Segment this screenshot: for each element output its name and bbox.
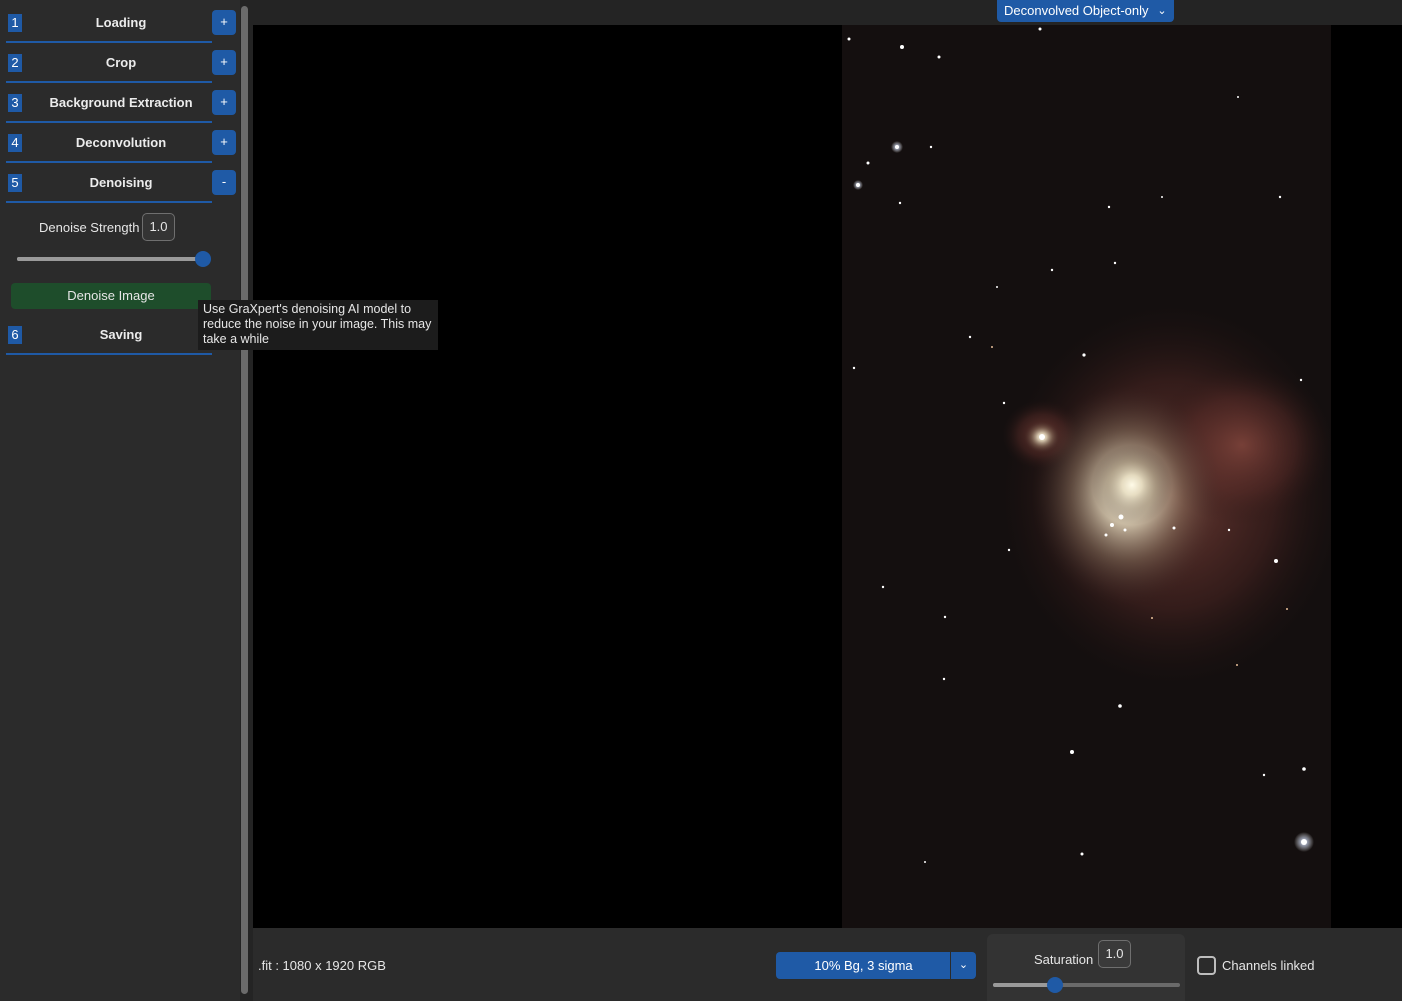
section-title[interactable]: Loading bbox=[26, 14, 216, 32]
bottom-bar: .fit : 1080 x 1920 RGB 10% Bg, 3 sigma ⌄… bbox=[253, 928, 1402, 1001]
collapse-denoising-button[interactable]: - bbox=[212, 170, 236, 195]
slider-fill bbox=[17, 257, 203, 261]
expand-background-extraction-button[interactable]: + bbox=[212, 90, 236, 115]
section-deconvolution[interactable]: 4 Deconvolution + bbox=[6, 121, 236, 163]
saturation-input[interactable]: 1.0 bbox=[1098, 940, 1131, 968]
section-number: 6 bbox=[8, 326, 22, 344]
section-number: 3 bbox=[8, 94, 22, 112]
image-canvas[interactable] bbox=[253, 25, 1402, 928]
channels-linked-label[interactable]: Channels linked bbox=[1222, 958, 1315, 973]
saturation-slider[interactable] bbox=[993, 977, 1180, 993]
slider-fill bbox=[993, 983, 1055, 987]
stretch-option-select[interactable]: 10% Bg, 3 sigma bbox=[776, 952, 951, 979]
section-loading[interactable]: 1 Loading + bbox=[6, 1, 236, 43]
display-mode-select[interactable]: Deconvolved Object-only ⌄ bbox=[997, 0, 1174, 22]
section-divider bbox=[6, 201, 212, 203]
top-bar: Deconvolved Object-only ⌄ bbox=[253, 0, 1402, 25]
file-info-label: .fit : 1080 x 1920 RGB bbox=[258, 958, 386, 973]
section-divider bbox=[6, 353, 212, 355]
graxpert-window: 1 Loading + 2 Crop + 3 Background Extrac… bbox=[0, 0, 1402, 1001]
expand-deconvolution-button[interactable]: + bbox=[212, 130, 236, 155]
section-number: 5 bbox=[8, 174, 22, 192]
chevron-down-icon[interactable]: ⌄ bbox=[950, 952, 976, 979]
slider-handle[interactable] bbox=[195, 251, 211, 267]
section-title[interactable]: Denoising bbox=[26, 174, 216, 192]
nebula-image bbox=[842, 25, 1331, 928]
sidebar-scrollbar[interactable] bbox=[241, 6, 248, 994]
denoise-strength-slider[interactable] bbox=[17, 251, 211, 267]
section-title[interactable]: Saving bbox=[26, 326, 216, 344]
saturation-control: Saturation 1.0 bbox=[987, 934, 1185, 1001]
sidebar: 1 Loading + 2 Crop + 3 Background Extrac… bbox=[0, 0, 240, 1001]
slider-handle[interactable] bbox=[1047, 977, 1063, 993]
section-title[interactable]: Crop bbox=[26, 54, 216, 72]
display-mode-value: Deconvolved Object-only bbox=[1004, 3, 1149, 18]
expand-loading-button[interactable]: + bbox=[212, 10, 236, 35]
denoise-panel: Denoise Strength 1.0 Denoise Image bbox=[0, 205, 240, 313]
denoise-tooltip: Use GraXpert's denoising AI model to red… bbox=[198, 300, 438, 350]
section-number: 1 bbox=[8, 14, 22, 32]
section-denoising[interactable]: 5 Denoising - bbox=[6, 161, 236, 203]
section-title[interactable]: Deconvolution bbox=[26, 134, 216, 152]
section-background-extraction[interactable]: 3 Background Extraction + bbox=[6, 81, 236, 123]
section-number: 2 bbox=[8, 54, 22, 72]
section-title[interactable]: Background Extraction bbox=[26, 94, 216, 112]
denoise-image-button[interactable]: Denoise Image bbox=[11, 283, 211, 309]
saturation-label: Saturation bbox=[1034, 952, 1094, 967]
denoise-strength-label: Denoise Strength bbox=[39, 220, 140, 235]
section-number: 4 bbox=[8, 134, 22, 152]
channels-linked-checkbox[interactable] bbox=[1197, 956, 1216, 975]
chevron-down-icon[interactable]: ⌄ bbox=[1154, 2, 1170, 20]
expand-crop-button[interactable]: + bbox=[212, 50, 236, 75]
denoise-strength-input[interactable]: 1.0 bbox=[142, 213, 175, 241]
section-crop[interactable]: 2 Crop + bbox=[6, 41, 236, 83]
